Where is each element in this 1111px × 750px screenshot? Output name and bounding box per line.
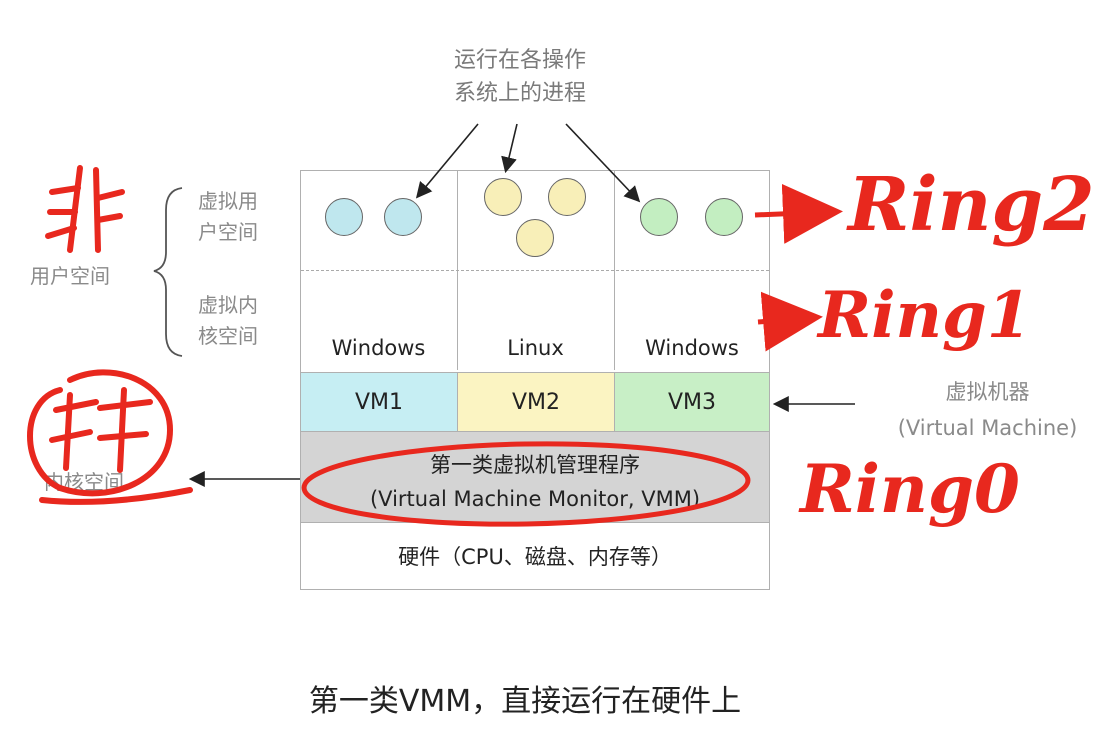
process-label-line2: 系统上的进程 [453,81,586,106]
os-label-2: Linux [507,336,564,360]
os-label-1: Windows [331,336,426,360]
ring0-label: Ring0 [800,450,1020,528]
os-label-3: Windows [645,336,739,360]
process-label-line1: 运行在各操作 [453,48,586,73]
virtual-user-space-line1: 虚拟用 [198,189,258,213]
virtual-kernel-space-label: 虚拟内 核空间 [198,290,258,352]
process-arrow-2 [501,123,518,174]
virtual-kernel-space-line1: 虚拟内 [198,293,258,317]
vmm-band: 第一类虚拟机管理程序 (Virtual Machine Monitor, VMM… [301,431,769,523]
ring1-label: Ring1 [818,278,1032,353]
process-label: 运行在各操作 系统上的进程 [430,44,610,110]
process-circle [640,198,678,236]
virtual-kernel-space-line2: 核空间 [198,324,258,348]
virtual-machine-line2: (Virtual Machine) [897,416,1078,440]
vm2-cell: VM2 [458,373,615,431]
hardware-label: 硬件（CPU、磁盘、内存等） [398,545,672,569]
kernel-space-label: 内核空间 [44,470,124,494]
process-circle [384,198,422,236]
vmm-line1: 第一类虚拟机管理程序 [430,453,640,477]
process-circle [484,178,522,216]
virtual-user-space-label: 虚拟用 户空间 [198,186,258,248]
vm1-label: VM1 [354,389,404,415]
diagram-stage: 运行在各操作 系统上的进程 Windows Linux Windows VM1 … [0,0,1111,750]
vmm-line2: (Virtual Machine Monitor, VMM) [369,487,701,511]
virtual-machine-label: 虚拟机器 (Virtual Machine) [880,374,1095,446]
vm3-cell: VM3 [615,373,769,431]
vm2-label: VM2 [511,389,561,415]
user-kernel-divider [301,270,769,271]
virtual-user-space-line2: 户空间 [198,220,258,244]
vm1-cell: VM1 [301,373,458,431]
process-circle [548,178,586,216]
handwritten-mark-top [45,165,125,253]
vm3-label: VM3 [667,389,717,415]
user-space-label: 用户空间 [30,264,110,288]
process-circle [705,198,743,236]
brace [153,187,183,357]
process-circle [516,219,554,257]
process-circle [325,198,363,236]
ring2-label: Ring2 [848,162,1095,248]
virtual-machine-line1: 虚拟机器 [945,380,1030,404]
caption: 第一类VMM，直接运行在硬件上 [308,684,742,719]
